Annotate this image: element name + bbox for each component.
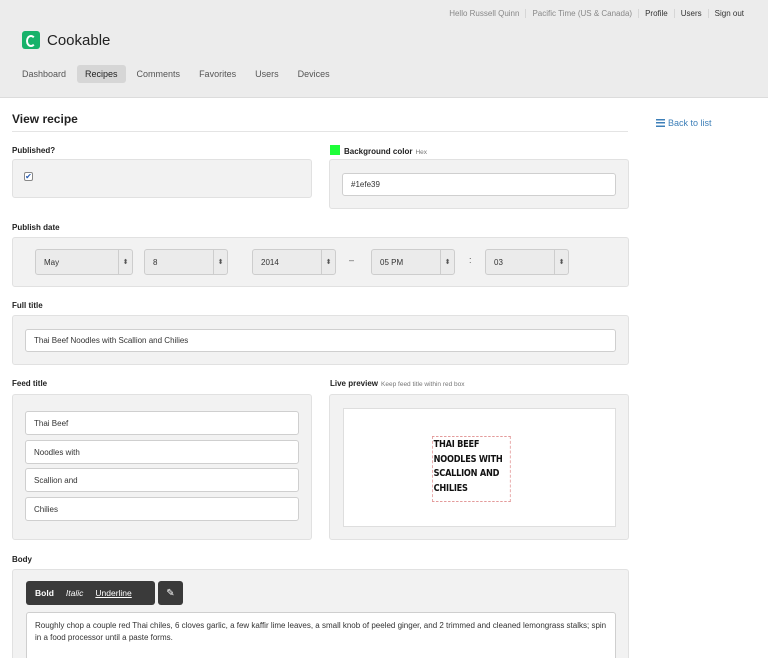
account-links: Hello Russell Quinn Pacific Time (US & C… xyxy=(443,9,750,18)
greeting-text: Hello Russell Quinn xyxy=(449,9,520,18)
live-preview-label-text: Live preview xyxy=(330,379,379,388)
list-icon xyxy=(656,119,665,127)
preview-line: SCALLION AND xyxy=(433,468,500,479)
color-swatch xyxy=(330,145,340,155)
hour-value: 05 PM xyxy=(380,257,404,267)
tab-dashboard[interactable]: Dashboard xyxy=(14,65,74,83)
timezone-text: Pacific Time (US & Canada) xyxy=(525,9,638,18)
published-panel: ✔ xyxy=(12,159,312,198)
bold-button[interactable]: Bold xyxy=(35,588,54,598)
month-value: May xyxy=(44,257,60,267)
main-nav: Dashboard Recipes Comments Favorites Use… xyxy=(14,65,341,83)
feed-title-label: Feed title xyxy=(12,379,48,388)
profile-link[interactable]: Profile xyxy=(638,9,674,18)
date-time-separator: – xyxy=(349,255,355,265)
day-value: 8 xyxy=(153,257,158,267)
hour-select[interactable]: 05 PM ⬍ xyxy=(371,249,455,275)
minute-select[interactable]: 03 ⬍ xyxy=(485,249,569,275)
minute-value: 03 xyxy=(494,257,503,267)
live-preview-hint: Keep feed title within red box xyxy=(381,381,465,388)
hex-hint: Hex xyxy=(415,149,428,156)
body-textarea[interactable]: Roughly chop a couple red Thai chiles, 6… xyxy=(26,612,616,658)
cookable-logo-icon xyxy=(22,31,40,49)
chevron-updown-icon: ⬍ xyxy=(118,250,132,274)
pencil-icon[interactable]: ✎ xyxy=(158,581,183,605)
background-color-panel: #1efe39 xyxy=(329,159,629,209)
preview-line: NOODLES WITH xyxy=(433,453,503,465)
published-label: Published? xyxy=(12,146,56,155)
background-color-label: Background color Hex xyxy=(330,145,427,156)
feed-title-line-2[interactable]: Noodles with xyxy=(25,440,299,464)
day-select[interactable]: 8 ⬍ xyxy=(144,249,228,275)
underline-button[interactable]: Underline xyxy=(95,588,131,598)
back-to-list-label: Back to list xyxy=(668,118,712,128)
tab-devices[interactable]: Devices xyxy=(290,65,338,83)
app-name: Cookable xyxy=(47,31,111,49)
sign-out-link[interactable]: Sign out xyxy=(707,9,750,18)
background-color-label-text: Background color xyxy=(344,147,413,156)
chevron-updown-icon: ⬍ xyxy=(213,250,227,274)
feed-title-line-1[interactable]: Thai Beef xyxy=(25,411,299,435)
publish-date-label: Publish date xyxy=(12,223,60,232)
back-to-list-link[interactable]: Back to list xyxy=(656,118,712,128)
publish-date-panel: May ⬍ 8 ⬍ 2014 ⬍ – 05 PM ⬍ : 03 ⬍ xyxy=(12,237,629,287)
body-panel: Bold Italic Underline ✎ Roughly chop a c… xyxy=(12,569,629,658)
app-logo[interactable]: Cookable xyxy=(22,31,110,49)
live-preview-label: Live preview Keep feed title within red b… xyxy=(330,379,465,388)
tab-users[interactable]: Users xyxy=(247,65,287,83)
page-title: View recipe xyxy=(12,112,78,126)
full-title-panel: Thai Beef Noodles with Scallion and Chil… xyxy=(12,315,629,365)
month-select[interactable]: May ⬍ xyxy=(35,249,133,275)
italic-button[interactable]: Italic xyxy=(66,588,83,598)
chevron-updown-icon: ⬍ xyxy=(321,250,335,274)
background-color-input[interactable]: #1efe39 xyxy=(342,173,616,196)
title-divider xyxy=(12,131,628,132)
published-checkbox[interactable]: ✔ xyxy=(24,172,33,181)
top-bar: Hello Russell Quinn Pacific Time (US & C… xyxy=(0,0,768,98)
year-value: 2014 xyxy=(261,257,279,267)
tab-recipes[interactable]: Recipes xyxy=(77,65,126,83)
chevron-updown-icon: ⬍ xyxy=(554,250,568,274)
time-colon: : xyxy=(469,255,472,265)
full-title-label: Full title xyxy=(12,301,43,310)
live-preview-canvas: THAI BEEF NOODLES WITH SCALLION AND CHIL… xyxy=(343,408,616,527)
tab-favorites[interactable]: Favorites xyxy=(191,65,244,83)
feed-title-panel: Thai Beef Noodles with Scallion and Chil… xyxy=(12,394,312,540)
formatting-toolbar: Bold Italic Underline xyxy=(26,581,155,605)
preview-line: THAI BEEF xyxy=(433,439,480,450)
feed-title-line-3[interactable]: Scallion and xyxy=(25,468,299,492)
full-title-input[interactable]: Thai Beef Noodles with Scallion and Chil… xyxy=(25,329,616,352)
chevron-updown-icon: ⬍ xyxy=(440,250,454,274)
preview-line: CHILIES xyxy=(433,482,468,494)
tab-comments[interactable]: Comments xyxy=(129,65,189,83)
year-select[interactable]: 2014 ⬍ xyxy=(252,249,336,275)
users-link[interactable]: Users xyxy=(673,9,708,18)
live-preview-panel: THAI BEEF NOODLES WITH SCALLION AND CHIL… xyxy=(329,394,629,540)
feed-title-preview: THAI BEEF NOODLES WITH SCALLION AND CHIL… xyxy=(432,436,511,502)
body-label: Body xyxy=(12,555,32,564)
feed-title-line-4[interactable]: Chilies xyxy=(25,497,299,521)
